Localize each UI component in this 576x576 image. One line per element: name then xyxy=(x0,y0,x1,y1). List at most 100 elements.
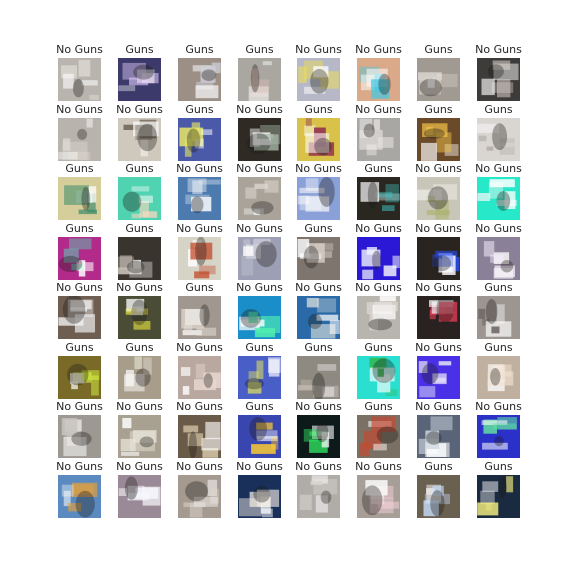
thumbnail-image xyxy=(58,415,101,458)
cell-label: No Guns xyxy=(475,162,522,175)
thumbnail-picture xyxy=(178,356,221,399)
thumbnail-image xyxy=(178,58,221,101)
thumbnail-image xyxy=(297,237,340,280)
thumbnail-image xyxy=(297,177,340,220)
thumbnail-image xyxy=(58,475,101,518)
cell-label: Guns xyxy=(484,103,513,116)
thumbnail-image xyxy=(477,118,520,161)
thumbnail-picture xyxy=(118,296,161,339)
thumbnail-picture xyxy=(118,415,161,458)
thumbnail-image xyxy=(238,356,281,399)
thumbnail-image xyxy=(417,58,460,101)
thumbnail-image xyxy=(178,296,221,339)
thumbnail-picture xyxy=(477,177,520,220)
thumbnail-image xyxy=(238,296,281,339)
thumbnail-picture xyxy=(118,237,161,280)
thumbnail-picture xyxy=(417,237,460,280)
thumbnail-image xyxy=(118,237,161,280)
thumbnail-image xyxy=(118,177,161,220)
thumbnail-picture xyxy=(477,296,520,339)
thumbnail-image xyxy=(58,237,101,280)
thumbnail-picture xyxy=(58,177,101,220)
thumbnail-image xyxy=(178,118,221,161)
thumbnail-picture xyxy=(357,177,400,220)
thumbnail-image xyxy=(417,415,460,458)
thumbnail-image xyxy=(58,58,101,101)
thumbnail-image xyxy=(118,475,161,518)
thumbnail-picture xyxy=(297,177,340,220)
thumbnail-image xyxy=(58,118,101,161)
thumbnail-picture xyxy=(417,415,460,458)
thumbnail-picture xyxy=(238,58,281,101)
thumbnail-picture xyxy=(477,58,520,101)
thumbnail-picture xyxy=(118,118,161,161)
thumbnail-picture xyxy=(118,475,161,518)
thumbnail-picture xyxy=(58,58,101,101)
thumbnail-picture xyxy=(238,177,281,220)
thumbnail-picture xyxy=(357,356,400,399)
cell-label: No Guns xyxy=(475,400,522,413)
thumbnail-image xyxy=(357,58,400,101)
thumbnail-image xyxy=(357,118,400,161)
thumbnail-picture xyxy=(238,118,281,161)
cell-label: Guns xyxy=(484,460,513,473)
cell-label: Guns xyxy=(484,281,513,294)
thumbnail-image xyxy=(238,415,281,458)
thumbnail-picture xyxy=(357,237,400,280)
thumbnail-picture xyxy=(297,296,340,339)
thumbnail-image xyxy=(417,177,460,220)
thumbnail-picture xyxy=(477,118,520,161)
thumbnail-image xyxy=(58,356,101,399)
thumbnail-picture xyxy=(297,356,340,399)
thumbnail-image xyxy=(118,356,161,399)
thumbnail-image xyxy=(297,415,340,458)
thumbnail-picture xyxy=(58,296,101,339)
thumbnail-image xyxy=(297,58,340,101)
thumbnail-picture xyxy=(178,296,221,339)
thumbnail-picture xyxy=(417,118,460,161)
thumbnail-picture xyxy=(417,296,460,339)
thumbnail-image xyxy=(477,475,520,518)
thumbnail-picture xyxy=(297,118,340,161)
thumbnail-picture xyxy=(238,237,281,280)
thumbnail-image xyxy=(357,415,400,458)
thumbnail-picture xyxy=(297,475,340,518)
thumbnail-image xyxy=(178,475,221,518)
thumbnail-image xyxy=(178,415,221,458)
thumbnail-image xyxy=(477,58,520,101)
thumbnail-picture xyxy=(477,475,520,518)
thumbnail-image xyxy=(297,296,340,339)
thumbnail-image xyxy=(178,356,221,399)
thumbnail-picture xyxy=(417,475,460,518)
thumbnail-picture xyxy=(118,356,161,399)
thumbnail-picture xyxy=(238,475,281,518)
thumbnail-image xyxy=(238,475,281,518)
thumbnail-image xyxy=(477,177,520,220)
thumbnail-picture xyxy=(357,118,400,161)
thumbnail-image xyxy=(238,58,281,101)
thumbnail-image xyxy=(118,58,161,101)
thumbnail-picture xyxy=(238,356,281,399)
thumbnail-image xyxy=(357,356,400,399)
thumbnail-image xyxy=(297,475,340,518)
thumbnail-picture xyxy=(58,118,101,161)
thumbnail-image xyxy=(477,296,520,339)
thumbnail-image xyxy=(297,356,340,399)
thumbnail-image xyxy=(417,475,460,518)
thumbnail-picture xyxy=(297,415,340,458)
thumbnail-picture xyxy=(357,475,400,518)
thumbnail-image xyxy=(238,177,281,220)
thumbnail-image xyxy=(58,296,101,339)
thumbnail-image xyxy=(58,177,101,220)
thumbnail-picture xyxy=(58,415,101,458)
thumbnail-picture xyxy=(417,356,460,399)
thumbnail-picture xyxy=(118,58,161,101)
thumbnail-picture xyxy=(58,237,101,280)
thumbnail-image xyxy=(417,118,460,161)
thumbnail-picture xyxy=(178,415,221,458)
thumbnail-image xyxy=(118,296,161,339)
thumbnail-picture xyxy=(417,58,460,101)
thumbnail-picture xyxy=(58,475,101,518)
thumbnail-image xyxy=(118,415,161,458)
cell-label: No Guns xyxy=(475,222,522,235)
